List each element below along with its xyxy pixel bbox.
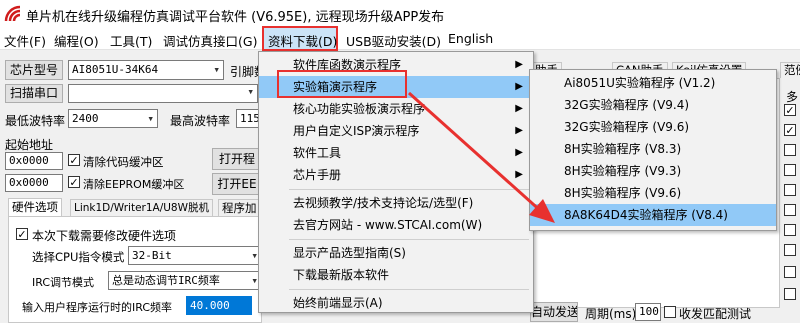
submenu-arrow-icon: ▶ (515, 59, 523, 70)
lab-box-highlight (277, 70, 407, 98)
code-address-input[interactable]: 0x0000 (5, 152, 63, 170)
menu-item-always-on-top[interactable]: 始终前端显示(A) (259, 292, 533, 314)
menu-separator (289, 289, 529, 290)
period-label: 周期(ms) (585, 307, 637, 321)
match-test-checkbox[interactable] (664, 306, 676, 318)
min-baud-label: 最低波特率 (5, 114, 66, 128)
menu-file[interactable]: 文件(F) (4, 31, 46, 50)
menu-item-selection-guide[interactable]: 显示产品选型指南(S) (259, 242, 533, 264)
submenu-item-ai8051u[interactable]: Ai8051U实验箱程序 (V1.2) (530, 72, 776, 94)
menu-debug[interactable]: 调试仿真接口(G) (163, 31, 257, 50)
submenu-item-32g-v94[interactable]: 32G实验箱程序 (V9.4) (530, 94, 776, 116)
menu-download-active[interactable]: 资料下载(D) (268, 31, 337, 50)
submenu-item-8h-v83[interactable]: 8H实验箱程序 (V8.3) (530, 138, 776, 160)
menu-separator (289, 189, 529, 190)
submenu-arrow-icon: ▶ (515, 103, 523, 114)
menu-item-label: 软件工具 (293, 146, 342, 160)
tab-offline-writer[interactable]: Link1D/Writer1A/U8W脱机 (70, 199, 213, 216)
auto-send-button[interactable]: 自动发送 (530, 302, 578, 322)
side-checkbox-3[interactable] (784, 144, 796, 156)
cpu-mode-label: 选择CPU指令模式 (32, 250, 125, 264)
side-checkbox-6[interactable] (784, 204, 796, 216)
change-hardware-checkbox[interactable]: ✓ (16, 228, 28, 240)
menu-item-custom-isp-demo[interactable]: 用户自定义ISP演示程序 ▶ (259, 120, 533, 142)
menu-program[interactable]: 编程(O) (54, 31, 99, 50)
period-input[interactable]: 100 (635, 303, 661, 321)
menu-item-label: 用户自定义ISP演示程序 (293, 124, 420, 138)
match-test-label: 收发匹配测试 (679, 307, 752, 321)
open-eeprom-button[interactable]: 打开EE (212, 173, 262, 195)
eeprom-address-input[interactable]: 0x0000 (5, 174, 63, 192)
menu-item-video-forum[interactable]: 去视频教学/技术支持论坛/选型(F) (259, 192, 533, 214)
cpu-mode-select[interactable]: 32-Bit (128, 246, 262, 265)
clear-code-label: 清除代码缓冲区 (83, 155, 164, 169)
max-baud-label: 最高波特率 (170, 114, 231, 128)
submenu-item-8h-v93[interactable]: 8H实验箱程序 (V9.3) (530, 160, 776, 182)
side-checkbox-9[interactable] (784, 266, 796, 278)
submenu-item-8a8k64d4[interactable]: 8A8K64D4实验箱程序 (V8.4) (530, 204, 776, 226)
menu-bar: 文件(F) 编程(O) 工具(T) 调试仿真接口(G) 资料下载(D) USB驱… (0, 28, 800, 50)
submenu-item-32g-v96[interactable]: 32G实验箱程序 (V9.6) (530, 116, 776, 138)
side-checkbox-1[interactable]: ✓ (784, 104, 796, 116)
scan-port-button[interactable]: 扫描串口 (5, 84, 63, 103)
min-baud-select[interactable]: 2400 (68, 109, 158, 128)
title-bar: 单片机在线升级编程仿真调试平台软件 (V6.95E), 远程现场升级APP发布 (0, 0, 800, 28)
menu-item-download-latest[interactable]: 下载最新版本软件 (259, 264, 533, 286)
start-address-label: 起始地址 (5, 138, 54, 152)
menu-item-core-board-demo[interactable]: 核心功能实验板演示程序 ▶ (259, 98, 533, 120)
side-checkbox-10[interactable] (784, 288, 796, 300)
side-checkbox-5[interactable] (784, 184, 796, 196)
menu-item-software-tools[interactable]: 软件工具 ▶ (259, 142, 533, 164)
menu-item-label: 芯片手册 (293, 168, 342, 182)
tab-program-encrypt[interactable]: 程序加 (218, 199, 261, 216)
tab-hardware-options[interactable]: 硬件选项 (8, 198, 62, 216)
irc-mode-label: IRC调节模式 (32, 276, 95, 289)
menu-tools[interactable]: 工具(T) (110, 31, 152, 50)
clear-eeprom-label: 清除EEPROM缓冲区 (83, 178, 185, 191)
change-hardware-label: 本次下载需要修改硬件选项 (32, 229, 177, 243)
menu-english[interactable]: English (448, 31, 493, 46)
menu-usb-driver[interactable]: USB驱动安装(D) (346, 31, 441, 50)
submenu-item-8h-v96[interactable]: 8H实验箱程序 (V9.6) (530, 182, 776, 204)
side-checkbox-8[interactable] (784, 244, 796, 256)
window-title: 单片机在线升级编程仿真调试平台软件 (V6.95E), 远程现场升级APP发布 (26, 10, 445, 25)
tab-examples[interactable]: 范例 (780, 62, 800, 78)
menu-item-official-site[interactable]: 去官方网站 - www.STCAI.com(W) (259, 214, 533, 236)
menu-item-label: 核心功能实验板演示程序 (293, 102, 426, 116)
open-program-button[interactable]: 打开程 (212, 148, 262, 170)
app-logo-icon (4, 5, 21, 22)
submenu-arrow-icon: ▶ (515, 147, 523, 158)
menu-separator (289, 239, 529, 240)
side-checkbox-7[interactable] (784, 224, 796, 236)
irc-frequency-label: 输入用户程序运行时的IRC频率 (22, 301, 173, 314)
chip-model-button[interactable]: 芯片型号 (5, 60, 63, 80)
irc-mode-select[interactable]: 总是动态调节IRC频率 (108, 271, 262, 290)
menu-item-chip-manual[interactable]: 芯片手册 ▶ (259, 164, 533, 186)
chip-model-select[interactable]: AI8051U-34K64 (68, 60, 224, 80)
submenu-arrow-icon: ▶ (515, 81, 523, 92)
multi-label: 多 (786, 90, 799, 104)
clear-eeprom-checkbox[interactable]: ✓ (68, 176, 80, 188)
side-checkbox-2[interactable]: ✓ (784, 124, 796, 136)
lab-box-submenu: Ai8051U实验箱程序 (V1.2) 32G实验箱程序 (V9.4) 32G实… (529, 69, 777, 231)
submenu-arrow-icon: ▶ (515, 125, 523, 136)
clear-code-checkbox[interactable]: ✓ (68, 154, 80, 166)
submenu-arrow-icon: ▶ (515, 169, 523, 180)
side-checkbox-4[interactable] (784, 164, 796, 176)
irc-frequency-input[interactable]: 40.000 (186, 296, 252, 315)
port-select[interactable] (68, 84, 258, 103)
